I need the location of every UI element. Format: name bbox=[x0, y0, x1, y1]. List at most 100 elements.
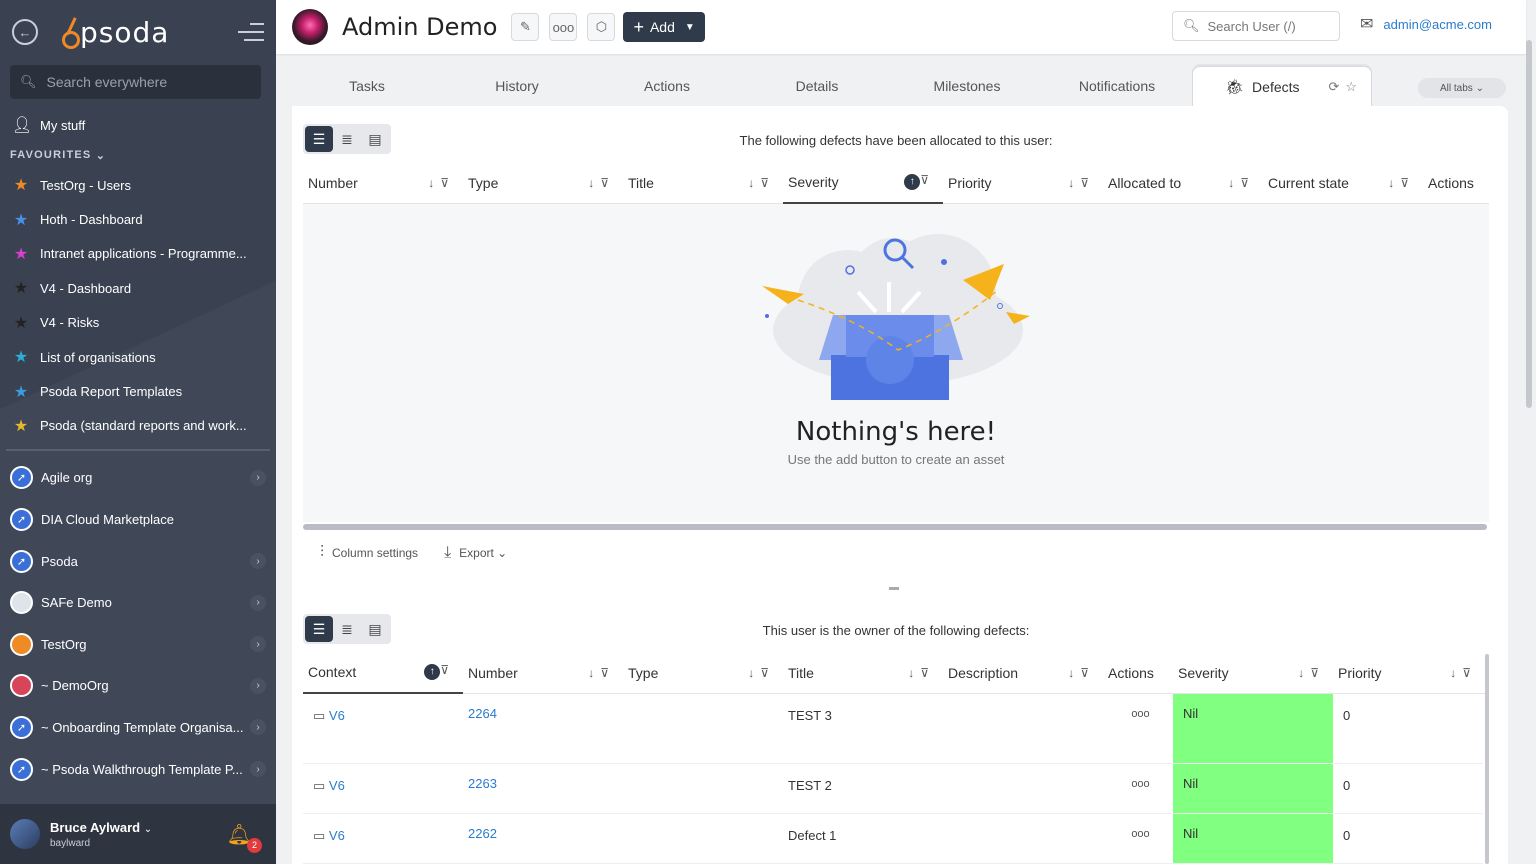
favourites-header[interactable]: FAVOURITES ⌄ bbox=[0, 142, 276, 168]
edit-pencil-icon[interactable]: ✎ bbox=[511, 13, 540, 41]
sort-icon[interactable]: ↓ bbox=[1388, 176, 1400, 190]
favourite-item[interactable]: ★ Hoth - Dashboard bbox=[0, 202, 276, 236]
sidebar-search-input[interactable]: 🔍︎ Search everywhere bbox=[10, 65, 261, 99]
favourite-item[interactable]: ★ List of organisations bbox=[0, 340, 276, 374]
column-header[interactable]: Priority ↓⊽ bbox=[943, 162, 1103, 204]
view-comfortable-icon[interactable]: ☰ bbox=[305, 126, 333, 152]
cell-number[interactable]: 2263 bbox=[463, 764, 623, 813]
column-settings-button[interactable]: ⫶ Column settings bbox=[320, 544, 418, 562]
column-header[interactable]: Actions bbox=[1103, 652, 1173, 694]
column-header[interactable]: Type ↓⊽ bbox=[463, 162, 623, 204]
chevron-right-icon[interactable]: › bbox=[250, 553, 266, 570]
tab-details[interactable]: Details bbox=[742, 66, 892, 106]
org-item[interactable]: TestOrg › bbox=[0, 624, 276, 666]
sort-icon[interactable]: ↓ bbox=[748, 666, 760, 680]
cell-context[interactable]: ▭ V6 bbox=[303, 694, 463, 763]
column-header[interactable]: Severity ↑ ⊽ bbox=[783, 162, 943, 204]
star-icon[interactable]: ☆ bbox=[1345, 79, 1363, 94]
view-comfortable-icon[interactable]: ☰ bbox=[305, 616, 333, 642]
sort-icon[interactable]: ↓ bbox=[1450, 666, 1462, 680]
resize-handle-icon[interactable]: ▬ bbox=[889, 582, 899, 593]
sort-icon[interactable]: ↓ bbox=[908, 666, 920, 680]
chevron-right-icon[interactable]: › bbox=[250, 636, 266, 653]
sort-ascending-icon[interactable]: ↑ bbox=[904, 173, 921, 190]
column-header[interactable]: Severity ↓⊽ bbox=[1173, 652, 1333, 694]
column-header[interactable]: Number ↓⊽ bbox=[303, 162, 463, 204]
view-dense-icon[interactable]: ▤ bbox=[361, 616, 389, 642]
page-scrollbar[interactable] bbox=[1526, 40, 1532, 408]
table-scrollbar[interactable] bbox=[1485, 654, 1489, 864]
psoda-logo[interactable]: psoda bbox=[60, 16, 169, 49]
filter-icon[interactable]: ⊽ bbox=[1400, 176, 1415, 190]
my-stuff-link[interactable]: 👤︎ My stuff bbox=[0, 108, 276, 142]
org-item[interactable]: ~ DemoOrg › bbox=[0, 665, 276, 707]
favourite-item[interactable]: ★ V4 - Risks bbox=[0, 306, 276, 340]
org-item[interactable]: ➚ ~ Onboarding Template Organisa... › bbox=[0, 707, 276, 749]
sort-icon[interactable]: ↓ bbox=[428, 176, 440, 190]
filter-icon[interactable]: ⊽ bbox=[440, 663, 455, 677]
filter-icon[interactable]: ⊽ bbox=[760, 666, 775, 680]
column-header[interactable]: Type ↓⊽ bbox=[623, 652, 783, 694]
cell-actions[interactable]: ooo bbox=[1103, 764, 1173, 813]
tab-milestones[interactable]: Milestones bbox=[892, 66, 1042, 106]
tab-tasks[interactable]: Tasks bbox=[292, 66, 442, 106]
sort-icon[interactable]: ↓ bbox=[748, 176, 760, 190]
back-arrow-icon[interactable]: ← bbox=[12, 19, 38, 45]
all-tabs-dropdown[interactable]: All tabs ⌄ bbox=[1418, 78, 1506, 98]
sort-icon[interactable]: ↓ bbox=[1068, 176, 1080, 190]
cell-context[interactable]: ▭ V6 bbox=[303, 764, 463, 813]
table-row[interactable]: ▭ V6 2264 TEST 3 ooo Nil 0 bbox=[303, 694, 1483, 764]
email-link[interactable]: ✉ admin@acme.com bbox=[1360, 14, 1492, 34]
filter-icon[interactable]: ⊽ bbox=[1310, 666, 1325, 680]
more-options-icon[interactable]: ooo bbox=[549, 13, 578, 41]
view-dense-icon[interactable]: ▤ bbox=[361, 126, 389, 152]
sort-icon[interactable]: ↓ bbox=[1228, 176, 1240, 190]
favourite-item[interactable]: ★ Psoda Report Templates bbox=[0, 374, 276, 408]
filter-icon[interactable]: ⊽ bbox=[1080, 176, 1095, 190]
chevron-right-icon[interactable]: › bbox=[250, 719, 266, 736]
org-item[interactable]: ➚ ~ Psoda Walkthrough Template P... › bbox=[0, 748, 276, 790]
cell-number[interactable]: 2264 bbox=[463, 694, 623, 763]
column-header[interactable]: Number ↓⊽ bbox=[463, 652, 623, 694]
bookmark-tag-icon[interactable]: ⬡ bbox=[587, 13, 616, 41]
sort-icon[interactable]: ↓ bbox=[588, 666, 600, 680]
tab-history[interactable]: History bbox=[442, 66, 592, 106]
filter-icon[interactable]: ⊽ bbox=[440, 176, 455, 190]
column-header[interactable]: Allocated to ↓⊽ bbox=[1103, 162, 1263, 204]
org-item[interactable]: ➚ Agile org › bbox=[0, 457, 276, 499]
chevron-right-icon[interactable]: › bbox=[250, 469, 266, 486]
notifications-bell-icon[interactable]: 🔔︎ 2 bbox=[227, 822, 262, 853]
filter-icon[interactable]: ⊽ bbox=[600, 176, 615, 190]
horizontal-scrollbar[interactable] bbox=[303, 524, 1487, 530]
org-item[interactable]: ➚ DIA Cloud Marketplace bbox=[0, 499, 276, 541]
favourite-item[interactable]: ★ TestOrg - Users bbox=[0, 168, 276, 202]
sort-icon[interactable]: ↓ bbox=[1068, 666, 1080, 680]
favourite-item[interactable]: ★ Intranet applications - Programme... bbox=[0, 237, 276, 271]
filter-icon[interactable]: ⊽ bbox=[1240, 176, 1255, 190]
search-user-input[interactable]: 🔍︎ Search User (/) bbox=[1172, 11, 1340, 41]
column-header[interactable]: Title ↓⊽ bbox=[783, 652, 943, 694]
column-header[interactable]: Current state ↓⊽ bbox=[1263, 162, 1423, 204]
chevron-right-icon[interactable]: › bbox=[250, 677, 266, 694]
view-compact-icon[interactable]: ≣ bbox=[333, 616, 361, 642]
sort-ascending-icon[interactable]: ↑ bbox=[424, 663, 441, 680]
export-button[interactable]: ⤓ Export ⌄ bbox=[444, 544, 507, 562]
filter-icon[interactable]: ⊽ bbox=[920, 173, 935, 187]
user-footer[interactable]: Bruce Aylward ⌄ baylward 🔔︎ 2 bbox=[0, 804, 276, 864]
view-compact-icon[interactable]: ≣ bbox=[333, 126, 361, 152]
tab-actions[interactable]: Actions bbox=[592, 66, 742, 106]
column-header[interactable]: Description ↓⊽ bbox=[943, 652, 1103, 694]
cell-number[interactable]: 2262 bbox=[463, 814, 623, 863]
column-header[interactable]: Title ↓⊽ bbox=[623, 162, 783, 204]
org-item[interactable]: ➚ Psoda › bbox=[0, 540, 276, 582]
favourite-item[interactable]: ★ V4 - Dashboard bbox=[0, 271, 276, 305]
tab-notifications[interactable]: Notifications bbox=[1042, 66, 1192, 106]
chevron-right-icon[interactable]: › bbox=[250, 761, 266, 778]
collapse-menu-icon[interactable] bbox=[238, 23, 264, 41]
sort-icon[interactable]: ↓ bbox=[1298, 666, 1310, 680]
column-header[interactable]: Actions bbox=[1423, 162, 1489, 204]
filter-icon[interactable]: ⊽ bbox=[760, 176, 775, 190]
cell-actions[interactable]: ooo bbox=[1103, 814, 1173, 863]
cell-actions[interactable]: ooo bbox=[1103, 694, 1173, 763]
cell-context[interactable]: ▭ V6 bbox=[303, 814, 463, 863]
